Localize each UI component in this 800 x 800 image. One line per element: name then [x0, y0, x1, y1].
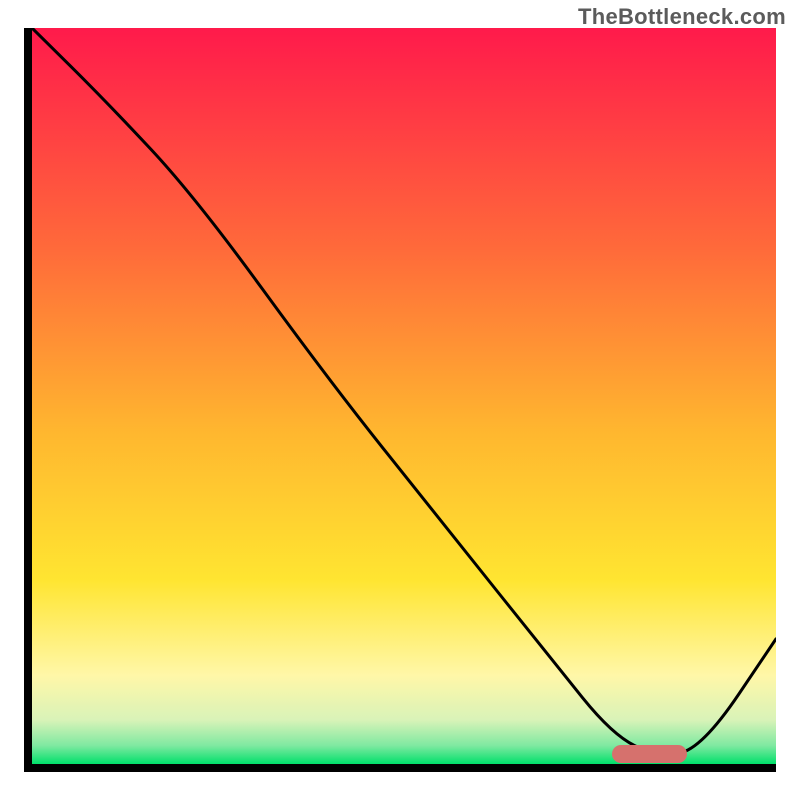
gradient-backdrop [32, 28, 776, 764]
x-axis [24, 764, 776, 772]
sweet-spot-marker [612, 745, 686, 763]
plot-svg [32, 28, 776, 764]
y-axis [24, 28, 32, 772]
plot-area [32, 28, 776, 764]
watermark-text: TheBottleneck.com [578, 4, 786, 30]
